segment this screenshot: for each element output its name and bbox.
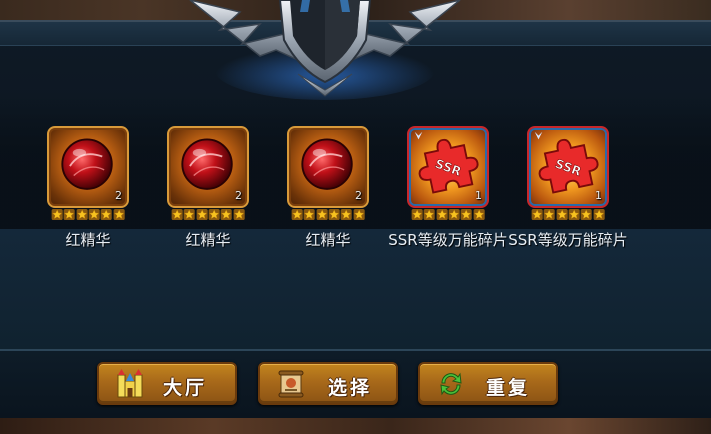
star-icon bbox=[113, 208, 125, 221]
star-icon bbox=[171, 208, 183, 221]
castle-icon bbox=[117, 369, 143, 398]
star-icon bbox=[411, 208, 423, 221]
star-icon bbox=[183, 208, 196, 221]
star-icon bbox=[531, 208, 543, 221]
refresh-icon bbox=[440, 372, 462, 396]
reward-item[interactable]: 2 bbox=[287, 126, 369, 221]
star-icon bbox=[353, 208, 365, 221]
reward-item[interactable]: 2 bbox=[167, 126, 249, 221]
star-rating bbox=[291, 208, 365, 222]
star-icon bbox=[208, 208, 220, 221]
item-count: 2 bbox=[115, 189, 122, 202]
star-rating bbox=[51, 208, 125, 222]
star-icon bbox=[291, 208, 303, 221]
star-icon bbox=[340, 208, 353, 221]
star-rating bbox=[531, 208, 605, 222]
star-icon bbox=[473, 208, 485, 221]
star-icon bbox=[100, 208, 113, 221]
star-rating bbox=[411, 208, 485, 222]
lobby-button-label: 大厅 bbox=[163, 377, 208, 399]
reward-item[interactable]: 2 bbox=[47, 126, 129, 221]
star-icon bbox=[460, 208, 473, 221]
star-icon bbox=[568, 208, 580, 221]
item-count: 1 bbox=[595, 189, 602, 202]
star-icon bbox=[423, 208, 436, 221]
star-icon bbox=[593, 208, 605, 221]
repeat-button-label: 重复 bbox=[486, 377, 531, 399]
reward-item[interactable]: SSR 1 bbox=[527, 126, 609, 221]
star-icon bbox=[556, 208, 568, 221]
star-icon bbox=[76, 208, 88, 221]
star-icon bbox=[436, 208, 448, 221]
star-icon bbox=[580, 208, 593, 221]
repeat-button[interactable]: 重复 bbox=[418, 362, 558, 405]
item-name: SSR等级万能碎片 bbox=[508, 231, 628, 249]
star-rating bbox=[171, 208, 245, 222]
item-count: 2 bbox=[235, 189, 242, 202]
bottom-scenery bbox=[0, 418, 711, 434]
shield-emblem-icon bbox=[189, 0, 461, 100]
star-icon bbox=[448, 208, 460, 221]
star-icon bbox=[196, 208, 208, 221]
select-button[interactable]: 选择 bbox=[258, 362, 398, 405]
star-icon bbox=[316, 208, 328, 221]
item-name: SSR等级万能碎片 bbox=[388, 231, 508, 249]
scroll-icon bbox=[278, 370, 304, 398]
star-icon bbox=[233, 208, 245, 221]
star-icon bbox=[303, 208, 316, 221]
star-icon bbox=[63, 208, 76, 221]
item-name: 红精华 bbox=[305, 231, 351, 249]
item-count: 1 bbox=[475, 189, 482, 202]
item-count: 2 bbox=[355, 189, 362, 202]
star-icon bbox=[220, 208, 233, 221]
star-icon bbox=[88, 208, 100, 221]
star-icon bbox=[543, 208, 556, 221]
item-name: 红精华 bbox=[65, 231, 111, 249]
reward-item[interactable]: SSR 1 bbox=[407, 126, 489, 221]
star-icon bbox=[328, 208, 340, 221]
star-icon bbox=[51, 208, 63, 221]
item-name: 红精华 bbox=[185, 231, 231, 249]
select-button-label: 选择 bbox=[328, 377, 373, 399]
lobby-button[interactable]: 大厅 bbox=[97, 362, 237, 405]
